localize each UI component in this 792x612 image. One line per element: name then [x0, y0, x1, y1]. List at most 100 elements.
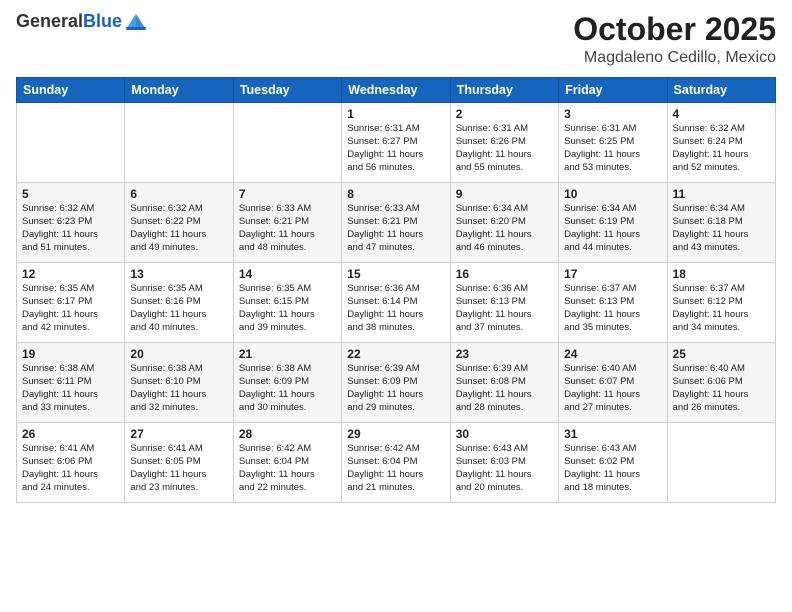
day-info: Sunrise: 6:35 AM Sunset: 6:16 PM Dayligh… [130, 283, 227, 334]
calendar-day-cell: 8 Sunrise: 6:33 AM Sunset: 6:21 PM Daylig… [342, 183, 450, 263]
day-info: Sunrise: 6:31 AM Sunset: 6:26 PM Dayligh… [456, 123, 553, 174]
day-info: Sunrise: 6:34 AM Sunset: 6:19 PM Dayligh… [564, 203, 661, 254]
day-number: 12 [22, 267, 119, 281]
day-number: 28 [239, 427, 336, 441]
day-info: Sunrise: 6:34 AM Sunset: 6:20 PM Dayligh… [456, 203, 553, 254]
day-info: Sunrise: 6:31 AM Sunset: 6:27 PM Dayligh… [347, 123, 444, 174]
calendar-day-cell [233, 103, 341, 183]
calendar-week-row: 5Sunrise: 6:32 AM Sunset: 6:23 PM Daylig… [17, 183, 776, 263]
day-number: 25 [673, 347, 770, 361]
logo-general: GeneralBlue [16, 12, 122, 32]
calendar-day-cell: 20 Sunrise: 6:38 AM Sunset: 6:10 PM Dayli… [125, 343, 233, 423]
day-of-week-header: Monday [125, 78, 233, 103]
day-number: 6 [130, 187, 227, 201]
calendar-day-cell: 3Sunrise: 6:31 AM Sunset: 6:25 PM Daylig… [559, 103, 667, 183]
month-title: October 2025 [573, 12, 776, 47]
day-info: Sunrise: 6:33 AM Sunset: 6:21 PM Dayligh… [347, 203, 444, 254]
calendar-day-cell: 28 Sunrise: 6:42 AM Sunset: 6:04 PM Dayli… [233, 423, 341, 503]
calendar-header-row: SundayMondayTuesdayWednesdayThursdayFrid… [17, 78, 776, 103]
logo: GeneralBlue [16, 12, 147, 32]
calendar-day-cell [667, 423, 775, 503]
day-info: Sunrise: 6:35 AM Sunset: 6:17 PM Dayligh… [22, 283, 119, 334]
day-number: 29 [347, 427, 444, 441]
day-number: 2 [456, 107, 553, 121]
day-info: Sunrise: 6:32 AM Sunset: 6:24 PM Dayligh… [673, 123, 770, 174]
calendar-day-cell: 10Sunrise: 6:34 AM Sunset: 6:19 PM Dayli… [559, 183, 667, 263]
day-info: Sunrise: 6:36 AM Sunset: 6:14 PM Dayligh… [347, 283, 444, 334]
calendar-body: 1 Sunrise: 6:31 AM Sunset: 6:27 PM Daylig… [17, 103, 776, 503]
day-number: 11 [673, 187, 770, 201]
day-info: Sunrise: 6:43 AM Sunset: 6:03 PM Dayligh… [456, 443, 553, 494]
title-block: October 2025 Magdaleno Cedillo, Mexico [573, 12, 776, 67]
day-info: Sunrise: 6:43 AM Sunset: 6:02 PM Dayligh… [564, 443, 661, 494]
calendar-week-row: 26 Sunrise: 6:41 AM Sunset: 6:06 PM Dayli… [17, 423, 776, 503]
calendar-day-cell: 26 Sunrise: 6:41 AM Sunset: 6:06 PM Dayli… [17, 423, 125, 503]
day-number: 26 [22, 427, 119, 441]
calendar-day-cell: 29 Sunrise: 6:42 AM Sunset: 6:04 PM Dayli… [342, 423, 450, 503]
calendar-day-cell: 11 Sunrise: 6:34 AM Sunset: 6:18 PM Dayli… [667, 183, 775, 263]
day-info: Sunrise: 6:40 AM Sunset: 6:06 PM Dayligh… [673, 363, 770, 414]
calendar-day-cell: 15 Sunrise: 6:36 AM Sunset: 6:14 PM Dayli… [342, 263, 450, 343]
day-info: Sunrise: 6:31 AM Sunset: 6:25 PM Dayligh… [564, 123, 661, 174]
day-number: 18 [673, 267, 770, 281]
day-number: 24 [564, 347, 661, 361]
day-info: Sunrise: 6:36 AM Sunset: 6:13 PM Dayligh… [456, 283, 553, 334]
logo-icon [125, 12, 147, 30]
day-of-week-header: Saturday [667, 78, 775, 103]
calendar-day-cell: 9 Sunrise: 6:34 AM Sunset: 6:20 PM Daylig… [450, 183, 558, 263]
calendar-day-cell: 18 Sunrise: 6:37 AM Sunset: 6:12 PM Dayli… [667, 263, 775, 343]
calendar-day-cell: 30Sunrise: 6:43 AM Sunset: 6:03 PM Dayli… [450, 423, 558, 503]
calendar-day-cell: 21 Sunrise: 6:38 AM Sunset: 6:09 PM Dayli… [233, 343, 341, 423]
day-info: Sunrise: 6:39 AM Sunset: 6:08 PM Dayligh… [456, 363, 553, 414]
calendar-day-cell: 2 Sunrise: 6:31 AM Sunset: 6:26 PM Daylig… [450, 103, 558, 183]
page: GeneralBlue October 2025 Magdaleno Cedil… [0, 0, 792, 612]
day-number: 16 [456, 267, 553, 281]
day-info: Sunrise: 6:41 AM Sunset: 6:06 PM Dayligh… [22, 443, 119, 494]
day-info: Sunrise: 6:38 AM Sunset: 6:09 PM Dayligh… [239, 363, 336, 414]
calendar-day-cell: 31 Sunrise: 6:43 AM Sunset: 6:02 PM Dayli… [559, 423, 667, 503]
day-number: 31 [564, 427, 661, 441]
day-number: 1 [347, 107, 444, 121]
calendar-day-cell: 4Sunrise: 6:32 AM Sunset: 6:24 PM Daylig… [667, 103, 775, 183]
day-info: Sunrise: 6:32 AM Sunset: 6:23 PM Dayligh… [22, 203, 119, 254]
day-info: Sunrise: 6:37 AM Sunset: 6:13 PM Dayligh… [564, 283, 661, 334]
calendar-day-cell: 12 Sunrise: 6:35 AM Sunset: 6:17 PM Dayli… [17, 263, 125, 343]
calendar-day-cell: 27Sunrise: 6:41 AM Sunset: 6:05 PM Dayli… [125, 423, 233, 503]
header: GeneralBlue October 2025 Magdaleno Cedil… [16, 12, 776, 67]
calendar-day-cell: 13 Sunrise: 6:35 AM Sunset: 6:16 PM Dayli… [125, 263, 233, 343]
day-info: Sunrise: 6:37 AM Sunset: 6:12 PM Dayligh… [673, 283, 770, 334]
calendar-day-cell [125, 103, 233, 183]
calendar-day-cell: 17Sunrise: 6:37 AM Sunset: 6:13 PM Dayli… [559, 263, 667, 343]
location-title: Magdaleno Cedillo, Mexico [573, 49, 776, 67]
day-info: Sunrise: 6:39 AM Sunset: 6:09 PM Dayligh… [347, 363, 444, 414]
day-of-week-header: Wednesday [342, 78, 450, 103]
day-info: Sunrise: 6:34 AM Sunset: 6:18 PM Dayligh… [673, 203, 770, 254]
calendar-day-cell: 25 Sunrise: 6:40 AM Sunset: 6:06 PM Dayli… [667, 343, 775, 423]
day-number: 22 [347, 347, 444, 361]
day-info: Sunrise: 6:35 AM Sunset: 6:15 PM Dayligh… [239, 283, 336, 334]
day-info: Sunrise: 6:42 AM Sunset: 6:04 PM Dayligh… [239, 443, 336, 494]
day-number: 13 [130, 267, 227, 281]
calendar-day-cell: 24 Sunrise: 6:40 AM Sunset: 6:07 PM Dayli… [559, 343, 667, 423]
day-number: 8 [347, 187, 444, 201]
calendar-day-cell: 16 Sunrise: 6:36 AM Sunset: 6:13 PM Dayli… [450, 263, 558, 343]
day-info: Sunrise: 6:38 AM Sunset: 6:10 PM Dayligh… [130, 363, 227, 414]
day-number: 9 [456, 187, 553, 201]
day-of-week-header: Thursday [450, 78, 558, 103]
calendar-day-cell: 6Sunrise: 6:32 AM Sunset: 6:22 PM Daylig… [125, 183, 233, 263]
day-number: 23 [456, 347, 553, 361]
calendar-week-row: 19Sunrise: 6:38 AM Sunset: 6:11 PM Dayli… [17, 343, 776, 423]
day-info: Sunrise: 6:42 AM Sunset: 6:04 PM Dayligh… [347, 443, 444, 494]
day-info: Sunrise: 6:40 AM Sunset: 6:07 PM Dayligh… [564, 363, 661, 414]
day-info: Sunrise: 6:33 AM Sunset: 6:21 PM Dayligh… [239, 203, 336, 254]
day-of-week-header: Friday [559, 78, 667, 103]
calendar-day-cell: 23 Sunrise: 6:39 AM Sunset: 6:08 PM Dayli… [450, 343, 558, 423]
day-number: 15 [347, 267, 444, 281]
day-number: 14 [239, 267, 336, 281]
calendar-day-cell [17, 103, 125, 183]
day-number: 20 [130, 347, 227, 361]
calendar-day-cell: 14 Sunrise: 6:35 AM Sunset: 6:15 PM Dayli… [233, 263, 341, 343]
day-info: Sunrise: 6:41 AM Sunset: 6:05 PM Dayligh… [130, 443, 227, 494]
day-number: 21 [239, 347, 336, 361]
day-number: 19 [22, 347, 119, 361]
